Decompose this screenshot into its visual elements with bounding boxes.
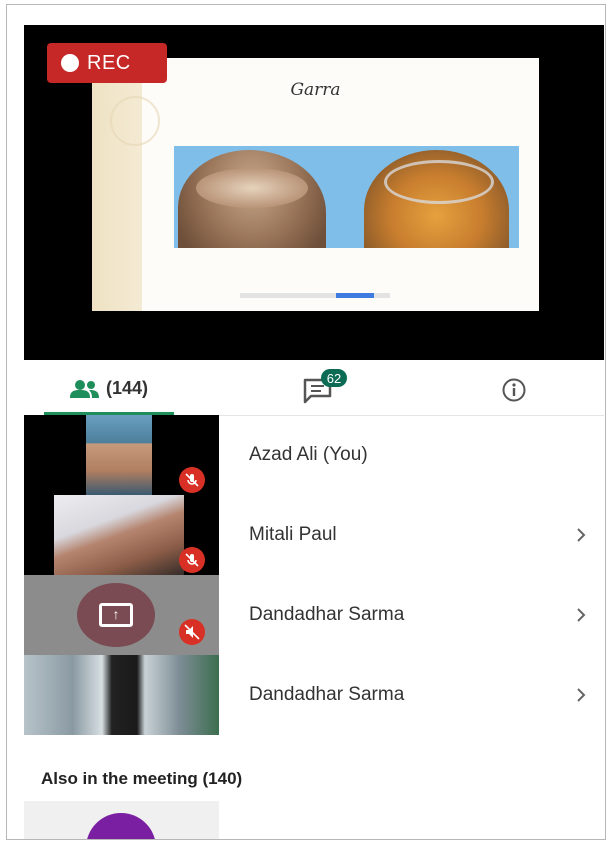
fish-photo-left: [178, 150, 326, 248]
list-item[interactable]: Mitali Paul: [24, 495, 604, 575]
chevron-right-icon[interactable]: [574, 655, 588, 735]
chevron-right-icon[interactable]: [574, 575, 588, 655]
people-icon: [69, 379, 99, 398]
present-screen-icon: ↑: [77, 583, 155, 647]
participant-face: [86, 415, 152, 495]
participant-video: [24, 415, 219, 495]
participant-face: [24, 655, 219, 735]
tab-chat[interactable]: 62: [279, 365, 359, 415]
people-count: (144): [105, 378, 149, 398]
participant-video: [24, 655, 219, 735]
list-item[interactable]: Dandadhar Sarma: [24, 655, 604, 735]
recording-label: REC: [87, 51, 131, 74]
slide-fish-photo: [174, 146, 519, 248]
chat-badge: 62: [321, 369, 347, 387]
participant-name: Dandadhar Sarma: [249, 684, 405, 705]
participant-video: [24, 495, 219, 575]
participant-presenting-tile: ↑: [24, 575, 219, 655]
avatar: [86, 813, 156, 839]
meeting-panel: Garra REC (144) 62 Azad Ali (You) Mitali…: [6, 4, 606, 840]
record-dot-icon: [61, 54, 79, 72]
mic-off-icon: [179, 619, 205, 645]
participant-face: [54, 495, 184, 575]
list-item[interactable]: ↑ Dandadhar Sarma: [24, 575, 604, 655]
slide-title: Garra: [290, 80, 341, 100]
fish-photo-right: [364, 150, 509, 248]
shared-slide: Garra: [92, 58, 539, 311]
mic-off-icon: [179, 467, 205, 493]
participant-list: Azad Ali (You) Mitali Paul ↑ Dandadhar S…: [24, 415, 604, 735]
recording-badge: REC: [47, 43, 167, 83]
also-in-meeting-heading: Also in the meeting (140): [41, 769, 243, 788]
info-icon: [502, 378, 526, 402]
participant-name: Azad Ali (You): [249, 444, 368, 465]
list-item[interactable]: Azad Ali (You): [24, 415, 604, 495]
chevron-right-icon[interactable]: [574, 495, 588, 575]
panel-tabs: (144) 62: [24, 365, 604, 416]
tab-people[interactable]: (144): [44, 365, 174, 415]
presentation-video[interactable]: Garra REC: [24, 25, 604, 360]
participant-name: Dandadhar Sarma: [249, 604, 405, 625]
slide-caption-bar: [240, 293, 390, 298]
participant-name: Mitali Paul: [249, 524, 337, 545]
mic-off-icon: [179, 547, 205, 573]
tab-info[interactable]: [484, 365, 544, 415]
list-item[interactable]: [24, 801, 219, 839]
